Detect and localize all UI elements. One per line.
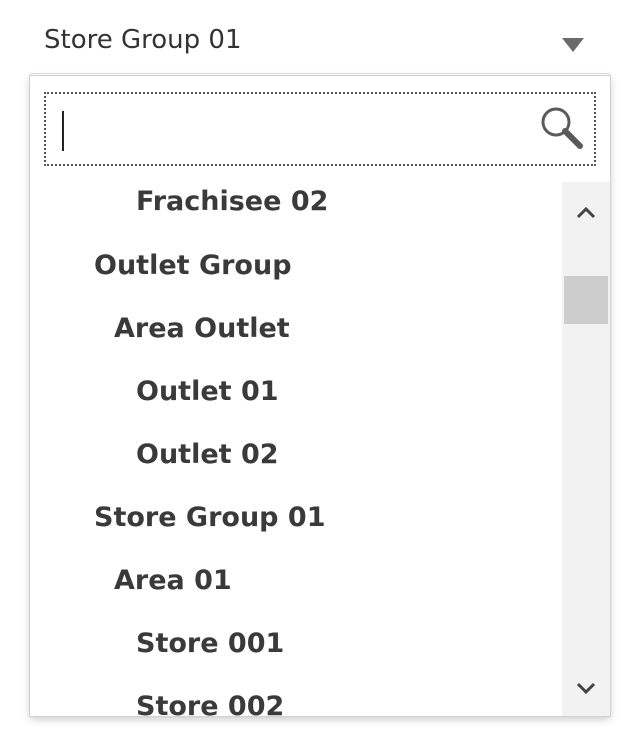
tree-item[interactable]: Store 002	[30, 675, 284, 716]
chevron-down-icon[interactable]	[562, 666, 610, 710]
combo-selected-value: Store Group 01	[44, 25, 242, 55]
triangle-down-icon[interactable]	[562, 38, 584, 52]
search-icon[interactable]	[538, 104, 584, 150]
dropdown-popup: Frachisee 02 Outlet Group Area Outlet Ou…	[30, 76, 610, 716]
tree-item[interactable]: Outlet Group	[30, 234, 292, 297]
tree-item[interactable]: Area 01	[30, 549, 232, 612]
tree-item[interactable]: Outlet 02	[30, 423, 279, 486]
store-group-combobox[interactable]: Store Group 01	[30, 12, 610, 74]
search-box[interactable]	[44, 92, 596, 166]
scroll-thumb[interactable]	[564, 276, 608, 324]
tree-item[interactable]: Store Group 01	[30, 486, 325, 549]
tree-item[interactable]: Frachisee 02	[30, 182, 328, 233]
tree-item[interactable]: Area Outlet	[30, 297, 290, 360]
vertical-scrollbar[interactable]	[562, 182, 610, 716]
tree-list[interactable]: Frachisee 02 Outlet Group Area Outlet Ou…	[30, 182, 562, 716]
tree-item[interactable]: Outlet 01	[30, 360, 279, 423]
search-input[interactable]	[60, 104, 534, 154]
text-caret	[62, 111, 64, 151]
tree-item[interactable]: Store 001	[30, 612, 284, 675]
chevron-up-icon[interactable]	[562, 190, 610, 234]
